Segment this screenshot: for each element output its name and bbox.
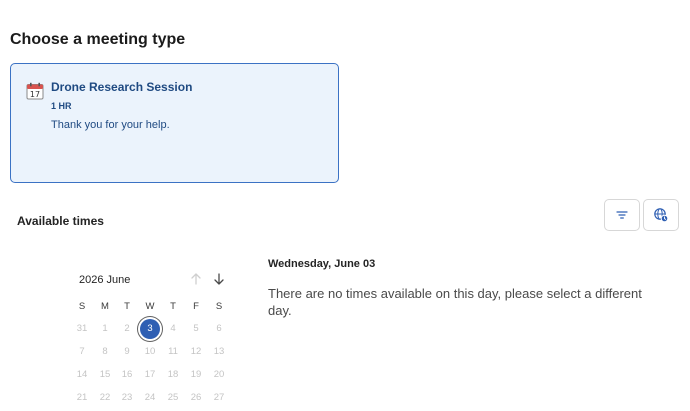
page-heading: Choose a meeting type [10, 31, 186, 48]
calendar-day: 13 [213, 346, 225, 357]
svg-text:17: 17 [30, 90, 40, 99]
calendar-day: 31 [76, 323, 88, 334]
filter-icon [616, 211, 628, 219]
calendar-day: 21 [76, 392, 88, 403]
calendar-day: 12 [190, 346, 202, 357]
weekday-label: W [145, 301, 155, 312]
calendar-day: 25 [167, 392, 179, 403]
calendar-day: 17 [144, 369, 156, 380]
calendar-day: 20 [213, 369, 225, 380]
meeting-description: Thank you for your help. [51, 119, 170, 131]
calendar-day: 6 [216, 323, 222, 334]
weekday-label: T [170, 301, 176, 312]
calendar-icon: 17 [26, 82, 44, 100]
calendar-day-selected[interactable]: 3 [140, 319, 160, 339]
weekday-label: T [124, 301, 130, 312]
meeting-duration: 1 HR [51, 101, 72, 111]
globe-icon [654, 208, 669, 223]
calendar-day: 18 [167, 369, 179, 380]
timezone-button[interactable] [643, 199, 679, 231]
no-times-message: There are no times available on this day… [268, 286, 642, 318]
calendar-day: 16 [121, 369, 133, 380]
calendar-day: 27 [213, 392, 225, 403]
calendar-day: 7 [79, 346, 85, 357]
calendar-day: 24 [144, 392, 156, 403]
calendar-day: 4 [170, 323, 176, 334]
weekday-label: S [215, 301, 223, 312]
calendar-day: 8 [102, 346, 108, 357]
filter-button[interactable] [604, 199, 640, 231]
calendar-day: 2 [124, 323, 130, 334]
weekday-label: M [101, 301, 109, 312]
calendar-day: 10 [144, 346, 156, 357]
meeting-title: Drone Research Session [51, 80, 193, 94]
calendar-day: 15 [99, 369, 111, 380]
calendar-day: 11 [168, 346, 178, 357]
arrow-up-icon[interactable] [189, 272, 203, 286]
calendar-day: 9 [124, 346, 130, 357]
selected-date-title: Wednesday, June 03 [268, 258, 376, 270]
calendar-day: 26 [190, 392, 202, 403]
weekday-label: F [193, 301, 199, 312]
calendar-day: 14 [76, 369, 88, 380]
calendar-day: 19 [190, 369, 202, 380]
arrow-down-icon[interactable] [212, 272, 226, 286]
meeting-type-card[interactable]: 17 Drone Research Session 1 HR Thank you… [10, 63, 339, 183]
calendar-day: 22 [99, 392, 111, 403]
calendar-day: 1 [102, 323, 108, 334]
available-times-label: Available times [17, 214, 104, 228]
weekday-label: S [78, 301, 86, 312]
calendar-day: 5 [193, 323, 199, 334]
calendar-day: 23 [121, 392, 133, 403]
calendar-month-label: 2026 June [79, 274, 131, 286]
